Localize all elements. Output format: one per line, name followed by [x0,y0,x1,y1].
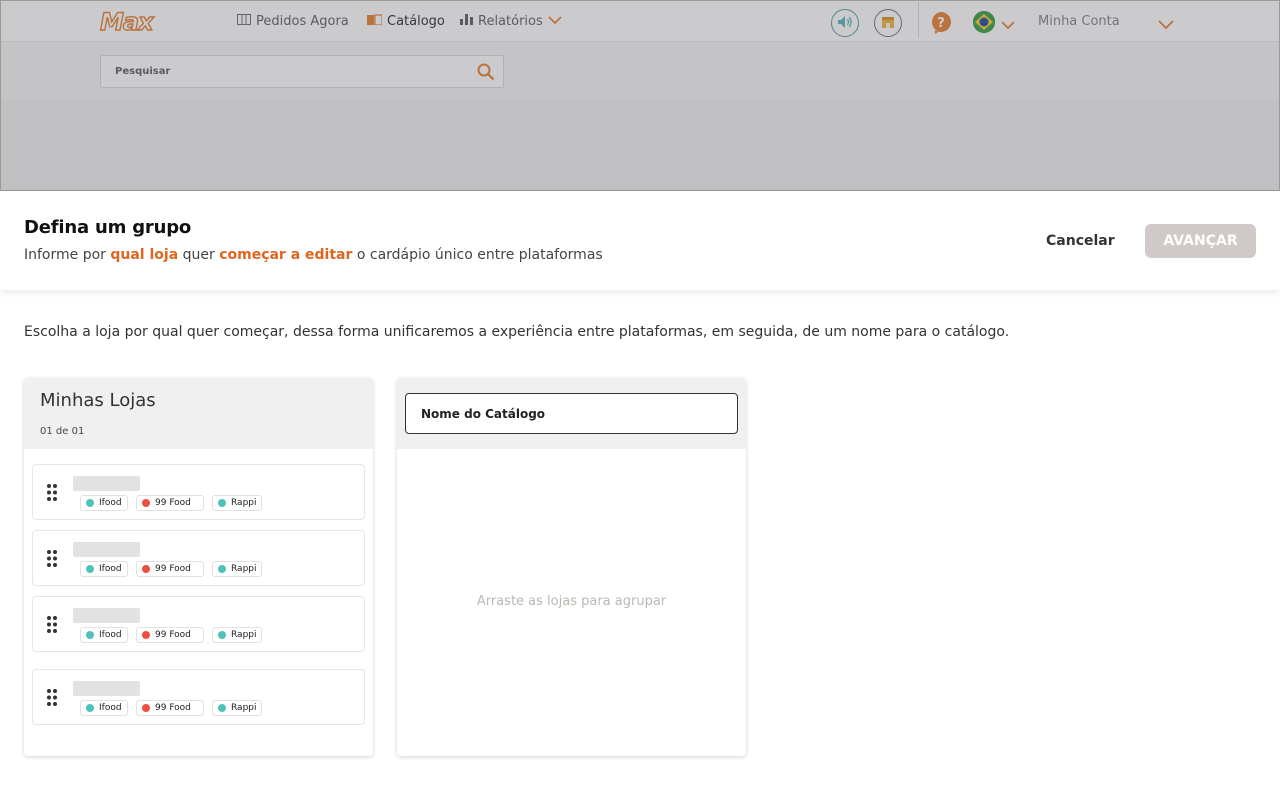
store-name-placeholder [73,476,140,491]
platform-label: 99 Food [155,564,191,574]
status-dot-icon [86,631,94,639]
store-list-item[interactable]: Ifood 99 Food Rappi [32,530,365,586]
platform-label: 99 Food [155,703,191,713]
platform-label: 99 Food [155,498,191,508]
stores-card-header: Minhas Lojas 01 de 01 [24,378,373,449]
store-list-item[interactable]: Ifood 99 Food Rappi [32,464,365,520]
platform-badge: Ifood [80,495,128,511]
status-dot-icon [86,565,94,573]
platform-badge: Rappi [212,627,262,643]
stores-card: Minhas Lojas 01 de 01 Ifood 99 Food Rappi I… [24,378,373,756]
platform-badge: 99 Food [136,700,204,716]
stores-count: 01 de 01 [40,426,85,437]
platform-badge: Ifood [80,561,128,577]
catalog-name-input[interactable] [405,393,738,434]
status-dot-icon [218,499,226,507]
status-dot-icon [142,565,150,573]
store-name-placeholder [73,608,140,623]
drag-handle-icon[interactable] [47,484,57,505]
group-drawer: Defina um grupo Informe por qual loja qu… [0,191,1280,800]
instructions-text: Escolha a loja por qual quer começar, de… [24,324,1010,340]
status-dot-icon [218,565,226,573]
platform-label: Rappi [231,564,257,574]
subtitle-text: Informe por [24,247,111,263]
status-dot-icon [218,704,226,712]
platform-label: Rappi [231,703,257,713]
platform-label: Ifood [99,630,122,640]
platform-badge: Ifood [80,627,128,643]
store-name-placeholder [73,681,140,696]
drawer-subtitle: Informe por qual loja quer começar a edi… [24,247,603,263]
platform-badge: 99 Food [136,495,204,511]
status-dot-icon [142,704,150,712]
platform-label: Ifood [99,564,122,574]
drag-handle-icon[interactable] [47,689,57,710]
platform-label: Rappi [231,630,257,640]
platform-badge: Rappi [212,700,262,716]
subtitle-highlight-edit: começar a editar [219,247,353,263]
status-dot-icon [86,704,94,712]
catalog-card: Arraste as lojas para agrupar [397,378,746,756]
platform-badge: 99 Food [136,561,204,577]
drawer-header: Defina um grupo Informe por qual loja qu… [0,191,1280,290]
status-dot-icon [142,631,150,639]
status-dot-icon [218,631,226,639]
store-list-item[interactable]: Ifood 99 Food Rappi [32,669,365,725]
status-dot-icon [86,499,94,507]
modal-backdrop-overlay[interactable] [0,0,1280,191]
drag-handle-icon[interactable] [47,616,57,637]
store-name-placeholder [73,542,140,557]
platform-badge: Ifood [80,700,128,716]
platform-label: Ifood [99,703,122,713]
platform-badge: 99 Food [136,627,204,643]
platform-label: Rappi [231,498,257,508]
platform-badge: Rappi [212,561,262,577]
next-button[interactable]: AVANÇAR [1145,224,1256,258]
cancel-button[interactable]: Cancelar [1046,233,1115,249]
store-list-item[interactable]: Ifood 99 Food Rappi [32,596,365,652]
platform-label: Ifood [99,498,122,508]
stores-title: Minhas Lojas [40,390,156,411]
platform-label: 99 Food [155,630,191,640]
platform-badge: Rappi [212,495,262,511]
drag-handle-icon[interactable] [47,550,57,571]
subtitle-text: quer [178,247,220,263]
drawer-title: Defina um grupo [24,217,192,238]
subtitle-highlight-store: qual loja [110,247,179,263]
drop-zone-hint[interactable]: Arraste as lojas para agrupar [397,594,746,609]
status-dot-icon [142,499,150,507]
subtitle-text: o cardápio único entre plataformas [352,247,603,263]
catalog-card-header [397,378,746,449]
